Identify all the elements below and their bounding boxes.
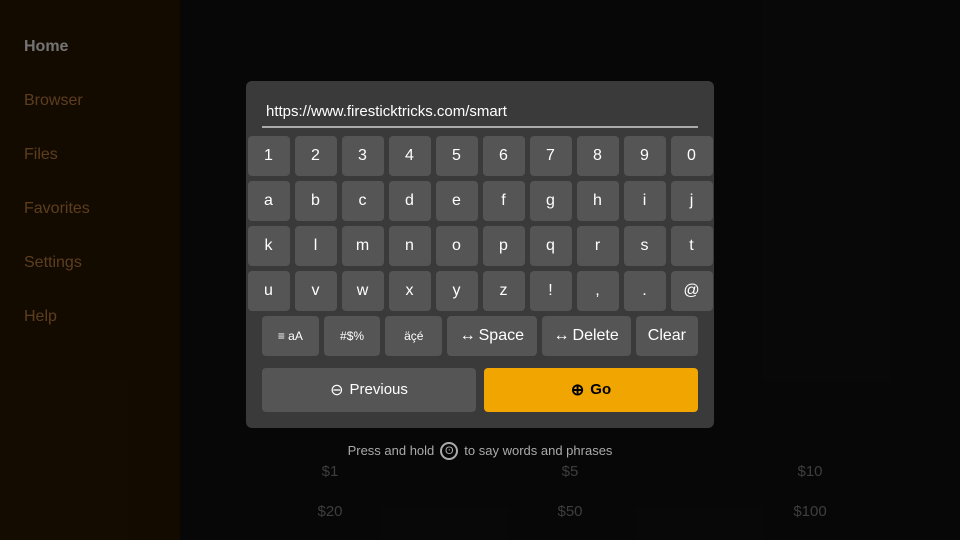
- key-u[interactable]: u: [248, 271, 290, 311]
- key-a[interactable]: a: [248, 181, 290, 221]
- key-b[interactable]: b: [295, 181, 337, 221]
- key-x[interactable]: x: [389, 271, 431, 311]
- key-space[interactable]: ↔ Space: [447, 316, 536, 356]
- special-row: ≡ aA #$% äçé ↔ Space ↔ Delete Clear: [262, 316, 698, 356]
- key-9[interactable]: 9: [624, 136, 666, 176]
- key-5[interactable]: 5: [436, 136, 478, 176]
- go-button[interactable]: ⊕ Go: [484, 368, 698, 412]
- key-w[interactable]: w: [342, 271, 384, 311]
- key-r[interactable]: r: [577, 226, 619, 266]
- key-j[interactable]: j: [671, 181, 713, 221]
- key-3[interactable]: 3: [342, 136, 384, 176]
- go-icon: ⊕: [571, 380, 584, 400]
- key-clear[interactable]: Clear: [636, 316, 698, 356]
- key-s[interactable]: s: [624, 226, 666, 266]
- key-0[interactable]: 0: [671, 136, 713, 176]
- delete-icon: ↔: [554, 327, 570, 345]
- key-l[interactable]: l: [295, 226, 337, 266]
- key-f[interactable]: f: [483, 181, 525, 221]
- key-4[interactable]: 4: [389, 136, 431, 176]
- hint-icon: ʘ: [440, 442, 458, 460]
- key-2[interactable]: 2: [295, 136, 337, 176]
- alpha-row-1: a b c d e f g h i j: [262, 181, 698, 221]
- key-o[interactable]: o: [436, 226, 478, 266]
- key-symbols[interactable]: #$%: [324, 316, 381, 356]
- key-h[interactable]: h: [577, 181, 619, 221]
- key-period[interactable]: .: [624, 271, 666, 311]
- url-input[interactable]: [262, 97, 698, 128]
- key-c[interactable]: c: [342, 181, 384, 221]
- key-d[interactable]: d: [389, 181, 431, 221]
- bottom-bar: ⊖ Previous ⊕ Go: [262, 368, 698, 412]
- alpha-row-3: u v w x y z ! , . @: [262, 271, 698, 311]
- key-e[interactable]: e: [436, 181, 478, 221]
- key-p[interactable]: p: [483, 226, 525, 266]
- key-y[interactable]: y: [436, 271, 478, 311]
- key-accents[interactable]: äçé: [385, 316, 442, 356]
- key-comma[interactable]: ,: [577, 271, 619, 311]
- key-q[interactable]: q: [530, 226, 572, 266]
- hint-bar: Press and hold ʘ to say words and phrase…: [348, 442, 613, 460]
- key-delete[interactable]: ↔ Delete: [542, 316, 631, 356]
- key-g[interactable]: g: [530, 181, 572, 221]
- key-exclaim[interactable]: !: [530, 271, 572, 311]
- space-icon: ↔: [460, 327, 476, 345]
- key-n[interactable]: n: [389, 226, 431, 266]
- previous-icon: ⊖: [330, 380, 343, 400]
- number-row: 1 2 3 4 5 6 7 8 9 0: [262, 136, 698, 176]
- key-i[interactable]: i: [624, 181, 666, 221]
- key-8[interactable]: 8: [577, 136, 619, 176]
- key-at[interactable]: @: [671, 271, 713, 311]
- key-z[interactable]: z: [483, 271, 525, 311]
- key-7[interactable]: 7: [530, 136, 572, 176]
- previous-button[interactable]: ⊖ Previous: [262, 368, 476, 412]
- keyboard-grid: 1 2 3 4 5 6 7 8 9 0 a b c d e: [262, 136, 698, 356]
- overlay: 1 2 3 4 5 6 7 8 9 0 a b c d e: [0, 0, 960, 540]
- key-1[interactable]: 1: [248, 136, 290, 176]
- alpha-row-2: k l m n o p q r s t: [262, 226, 698, 266]
- key-menu-aa[interactable]: ≡ aA: [262, 316, 319, 356]
- key-k[interactable]: k: [248, 226, 290, 266]
- key-t[interactable]: t: [671, 226, 713, 266]
- key-v[interactable]: v: [295, 271, 337, 311]
- key-6[interactable]: 6: [483, 136, 525, 176]
- key-m[interactable]: m: [342, 226, 384, 266]
- keyboard-modal: 1 2 3 4 5 6 7 8 9 0 a b c d e: [246, 81, 714, 428]
